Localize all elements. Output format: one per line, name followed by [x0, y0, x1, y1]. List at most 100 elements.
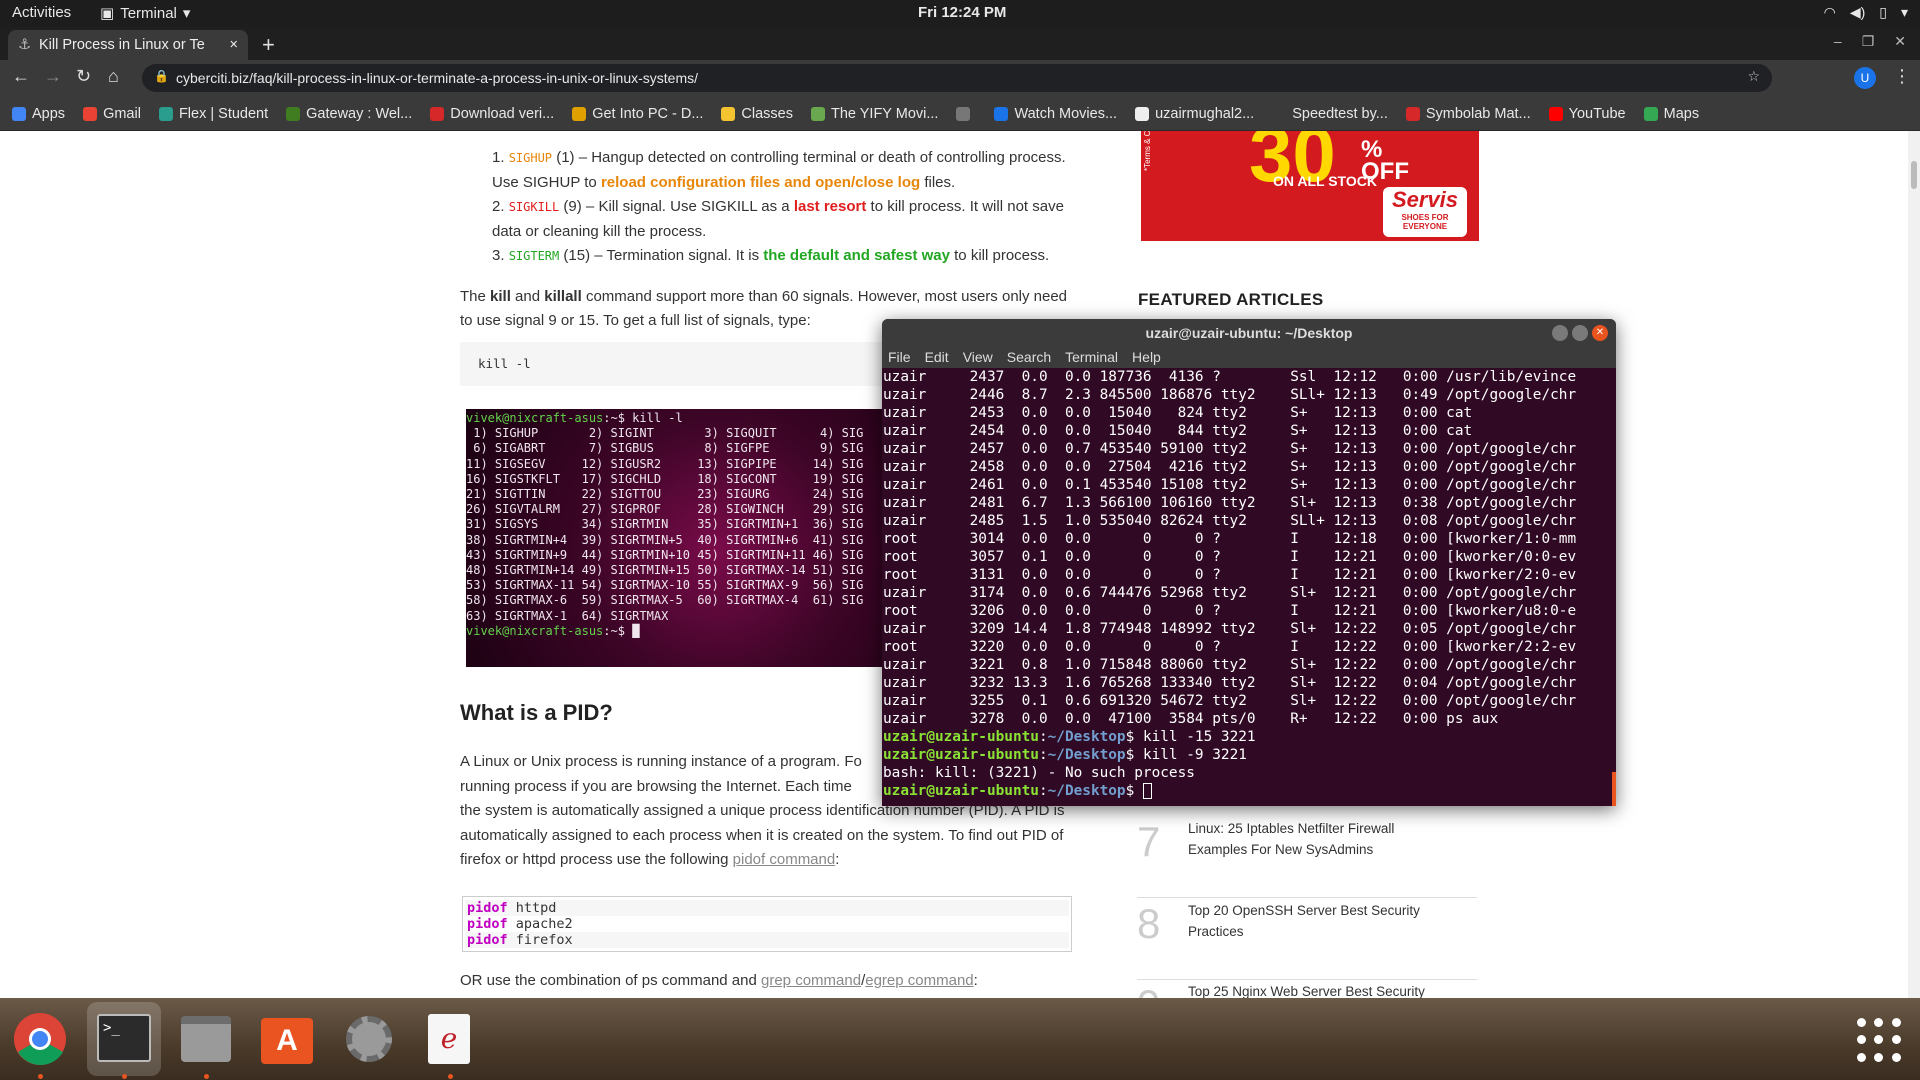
files-icon[interactable] [177, 1010, 235, 1068]
prompt-user: uzair@uzair-ubuntu [883, 783, 1039, 799]
bookmark-item[interactable]: Speedtest by... [1272, 106, 1388, 122]
close-icon[interactable]: × [230, 37, 238, 53]
image-signal-line: 63) SIGRTMAX-1 64) SIGRTMAX [466, 608, 669, 623]
system-tray[interactable]: ◠ ◀) ▯ ▾ [1824, 4, 1908, 21]
bookmark-favicon-icon [811, 106, 825, 121]
bookmark-favicon-icon [158, 106, 173, 121]
bookmark-item[interactable]: Symbolab Mat... [1405, 106, 1531, 122]
signal-list: 1. SIGHUP (1) – Hangup detected on contr… [492, 146, 1075, 269]
prompt-path: ~/Desktop [1047, 783, 1126, 799]
prompt-dollar: $ [1125, 729, 1143, 745]
close-icon[interactable]: ✕ [1592, 325, 1608, 341]
maximize-icon[interactable] [1572, 325, 1588, 341]
forward-arrow-icon[interactable]: → [44, 66, 62, 87]
terminal-scroll-indicator [1612, 772, 1616, 806]
process-row: uzair 3209 14.4 1.8 774948 148992 tty2 S… [883, 621, 1577, 637]
reload-icon[interactable]: ↻ [76, 66, 91, 87]
prompt-colon: : [1038, 729, 1048, 745]
terminal-menu-item[interactable]: View [963, 347, 993, 368]
back-arrow-icon[interactable]: ← [12, 66, 30, 87]
bookmark-item[interactable] [956, 106, 976, 121]
prompt-colon: : [1038, 747, 1048, 763]
terminal-menu-item[interactable]: Help [1132, 347, 1161, 368]
profile-avatar[interactable]: U [1854, 67, 1876, 89]
terminal-titlebar[interactable]: uzair@uzair-ubuntu: ~/Desktop ✕ [882, 319, 1616, 347]
activities-button[interactable]: Activities [12, 4, 71, 21]
featured-article-item[interactable]: 7 Linux: 25 Iptables Netfilter Firewall … [1137, 818, 1477, 898]
link[interactable]: reload configuration files and open/clos… [601, 174, 920, 191]
minimize-icon[interactable] [1552, 325, 1568, 341]
terminal-output[interactable]: uzair 2437 0.0 0.0 187736 4136 ? Ssl 12:… [882, 368, 1616, 800]
bookmark-item[interactable]: Download veri... [430, 106, 554, 122]
bookmark-item[interactable]: YouTube [1548, 106, 1626, 122]
browser-toolbar: ← → ↻ ⌂ 🔒 cyberciti.biz/faq/kill-process… [0, 60, 1920, 97]
gnome-top-bar: Activities ▣ Terminal ▾ Fri 12:24 PM ◠ ◀… [0, 0, 1920, 27]
terminal-menu-item[interactable]: Terminal [1065, 347, 1118, 368]
bookmark-item[interactable]: Apps [12, 106, 65, 122]
image-signal-line: 31) SIGSYS 34) SIGRTMIN 35) SIGRTMIN+1 3… [466, 517, 864, 532]
page-scrollbar[interactable] [1908, 131, 1920, 998]
bookmark-item[interactable]: Classes [721, 106, 793, 122]
image-signal-line: 58) SIGRTMAX-6 59) SIGRTMAX-5 60) SIGRTM… [466, 593, 864, 608]
minimize-icon[interactable]: – [1834, 33, 1842, 50]
bookmark-item[interactable]: Maps [1643, 106, 1699, 122]
bookmark-item[interactable]: Get Into PC - D... [572, 106, 703, 122]
terminal-menu-item[interactable]: File [888, 347, 911, 368]
bookmark-label: Get Into PC - D... [592, 105, 704, 122]
terminal-window[interactable]: uzair@uzair-ubuntu: ~/Desktop ✕ File Edit… [882, 319, 1616, 806]
app-menu-label: Terminal [120, 4, 177, 22]
bookmark-favicon-icon [1405, 106, 1420, 121]
code-argument: apache2 [507, 916, 573, 932]
bookmark-item[interactable]: Gateway : Wel... [286, 106, 412, 122]
clock[interactable]: Fri 12:24 PM [918, 4, 1006, 21]
bookmark-star-icon[interactable]: ☆ [1747, 68, 1760, 85]
address-bar[interactable]: 🔒 cyberciti.biz/faq/kill-process-in-linu… [142, 64, 1772, 92]
software-center-icon[interactable]: A [258, 1010, 316, 1068]
featured-article-item[interactable]: 9 Top 25 Nginx Web Server Best Security [1137, 981, 1477, 998]
process-row: uzair 2458 0.0 0.0 27504 4216 tty2 S+ 12… [883, 459, 1577, 475]
evince-icon[interactable]: ℯ [420, 1010, 478, 1068]
bookmark-label: Flex | Student [178, 105, 269, 122]
terminal-menu-item[interactable]: Search [1007, 347, 1051, 368]
bookmark-item[interactable]: Flex | Student [158, 105, 269, 122]
image-signal-line: 48) SIGRTMIN+14 49) SIGRTMIN+15 50) SIGR… [466, 563, 864, 578]
chevron-down-icon: ▾ [1900, 4, 1908, 20]
egrep-command-link[interactable]: egrep command [865, 972, 973, 989]
bookmark-item[interactable]: The YIFY Movi... [811, 106, 938, 122]
bookmark-favicon-icon [994, 106, 1009, 121]
browser-tab[interactable]: ⚓ Kill Process in Linux or Te × [8, 30, 248, 60]
terminal-small-icon: ▣ [100, 5, 115, 22]
bookmark-favicon-icon [83, 106, 98, 121]
terminal-icon[interactable]: >_ [87, 1002, 161, 1076]
image-signal-line: 38) SIGRTMIN+4 39) SIGRTMIN+5 40) SIGRTM… [466, 532, 864, 547]
settings-icon[interactable] [340, 1010, 398, 1068]
maximize-icon[interactable]: ❐ [1862, 33, 1875, 50]
advertisement-banner[interactable]: *Terms & Conditions Apply 30 % OFF ON AL… [1141, 131, 1479, 241]
error-line: bash: kill: (3221) - No such process [883, 765, 1195, 781]
chevron-down-icon: ▾ [182, 5, 191, 22]
bookmark-item[interactable]: Watch Movies... [994, 106, 1117, 122]
featured-article-item[interactable]: 8 Top 20 OpenSSH Server Best Security Pr… [1137, 900, 1477, 980]
image-signal-line: 11) SIGSEGV 12) SIGUSR2 13) SIGPIPE 14) … [466, 456, 864, 471]
bookmark-favicon-icon [572, 106, 587, 121]
scrollbar-thumb[interactable] [1911, 161, 1917, 189]
bookmark-item[interactable]: Gmail [83, 106, 141, 122]
new-tab-button[interactable]: + [262, 32, 275, 58]
home-icon[interactable]: ⌂ [108, 66, 119, 87]
chrome-icon[interactable] [11, 1010, 69, 1068]
app-menu[interactable]: ▣ Terminal ▾ [100, 4, 191, 23]
grep-command-link[interactable]: grep command [761, 972, 861, 989]
pidof-command-link[interactable]: pidof command [733, 851, 836, 868]
bookmark-label: Classes [741, 105, 793, 122]
close-icon[interactable]: ✕ [1894, 33, 1906, 50]
show-applications-icon[interactable] [1857, 1018, 1901, 1062]
process-row: root 3057 0.1 0.0 0 0 ? I 12:21 0:00 [kw… [883, 549, 1577, 565]
process-row: uzair 2446 8.7 2.3 845500 186876 tty2 SL… [883, 387, 1577, 403]
bookmark-label: Watch Movies... [1014, 105, 1118, 122]
prompt-user: uzair@uzair-ubuntu [883, 747, 1039, 763]
bookmark-item[interactable]: uzairmughal2... [1135, 106, 1254, 122]
terminal-menu-item[interactable]: Edit [925, 347, 949, 368]
list-item: 3. SIGTERM (15) – Termination signal. It… [492, 247, 1050, 264]
kebab-menu-icon[interactable]: ⋮ [1893, 66, 1911, 87]
process-row: uzair 3278 0.0 0.0 47100 3584 pts/0 R+ 1… [883, 711, 1499, 727]
